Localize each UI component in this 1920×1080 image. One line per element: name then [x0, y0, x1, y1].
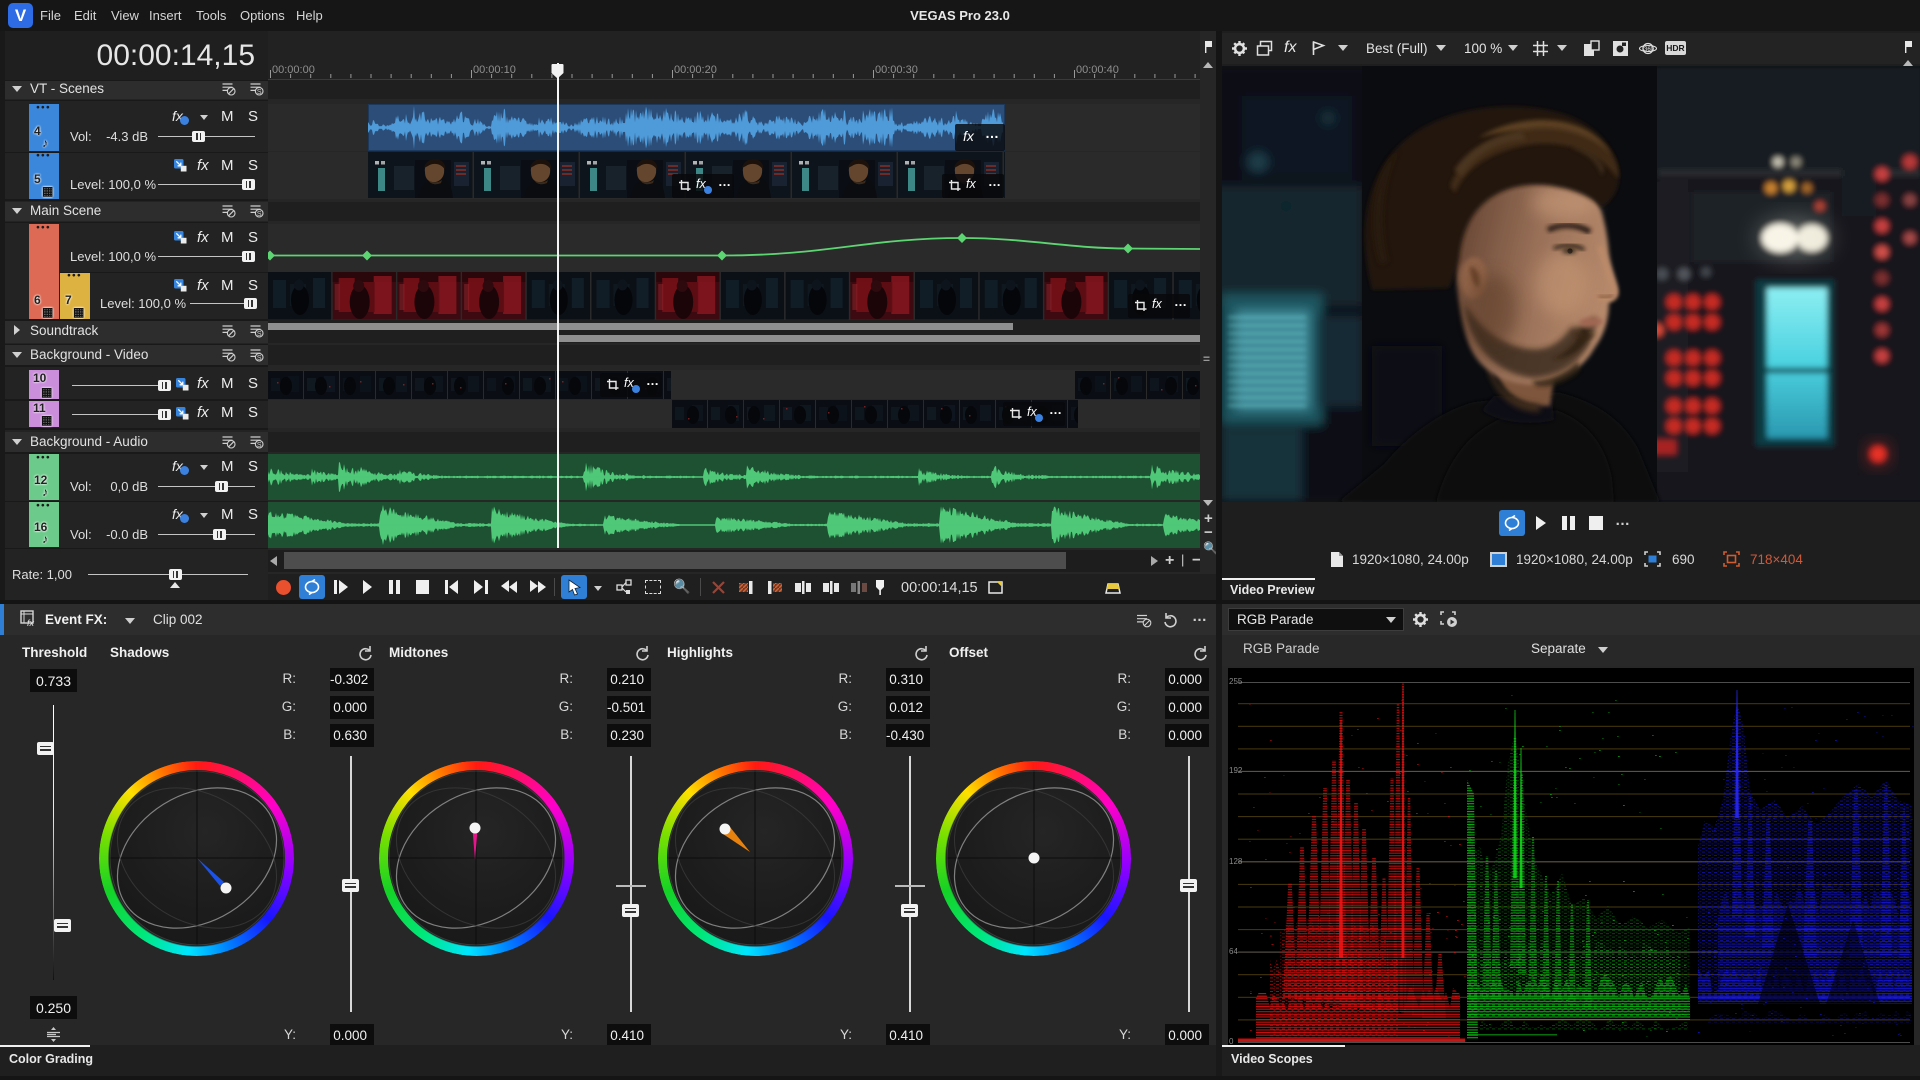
svg-text:S: S [257, 355, 262, 362]
svg-text:192: 192 [1229, 766, 1243, 775]
svg-text:128: 128 [1229, 857, 1243, 866]
svg-text:S: S [257, 211, 262, 218]
svg-text:360: 360 [1644, 47, 1655, 53]
svg-text:S: S [257, 442, 262, 449]
svg-text:fx: fx [27, 618, 35, 627]
svg-text:S: S [257, 331, 262, 338]
svg-text:255: 255 [1229, 677, 1243, 686]
svg-text:64: 64 [1229, 947, 1238, 956]
svg-text:S: S [257, 89, 262, 96]
